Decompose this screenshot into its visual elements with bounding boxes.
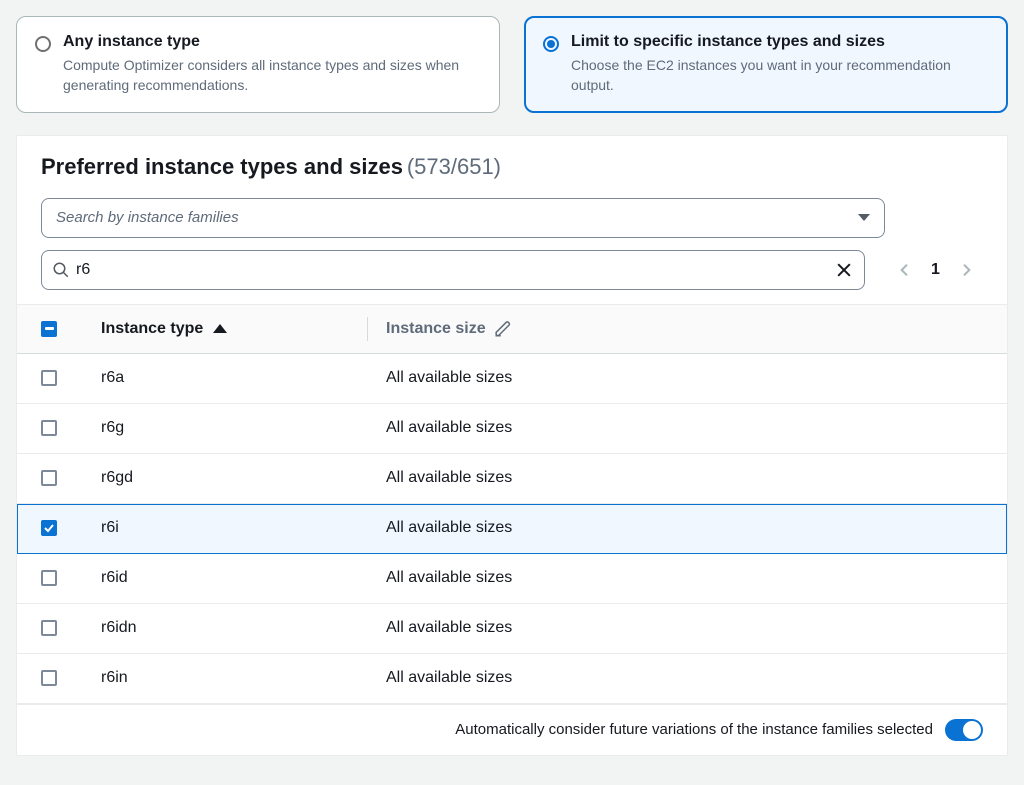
auto-future-toggle[interactable]: [945, 719, 983, 741]
radio-any[interactable]: [35, 36, 51, 52]
column-divider: [367, 317, 368, 341]
row-checkbox[interactable]: [41, 670, 57, 686]
panel-footer: Automatically consider future variations…: [17, 704, 1007, 755]
option-limit-instance[interactable]: Limit to specific instance types and siz…: [524, 16, 1008, 113]
instance-type-cell: r6g: [101, 419, 124, 437]
option-limit-desc: Choose the EC2 instances you want in you…: [571, 55, 989, 96]
select-all-checkbox[interactable]: [41, 321, 57, 337]
instance-size-cell: All available sizes: [386, 569, 512, 587]
table-header: Instance type Instance size: [17, 304, 1007, 354]
instance-size-cell: All available sizes: [386, 669, 512, 687]
preferred-instances-panel: Preferred instance types and sizes (573/…: [16, 135, 1008, 756]
col-instance-size[interactable]: Instance size: [386, 320, 486, 338]
col-instance-type[interactable]: Instance type: [101, 320, 203, 338]
option-limit-title: Limit to specific instance types and siz…: [571, 33, 989, 51]
instance-type-cell: r6idn: [101, 619, 137, 637]
table-row[interactable]: r6id All available sizes: [17, 554, 1007, 604]
option-any-desc: Compute Optimizer considers all instance…: [63, 55, 481, 96]
pagination: 1: [897, 260, 974, 280]
page-number: 1: [931, 261, 940, 279]
table-row[interactable]: r6g All available sizes: [17, 404, 1007, 454]
instance-type-cell: r6a: [101, 369, 124, 387]
table-row[interactable]: r6i All available sizes: [17, 504, 1007, 554]
instance-type-cell: r6in: [101, 669, 128, 687]
clear-search-button[interactable]: [834, 260, 854, 280]
table-row[interactable]: r6a All available sizes: [17, 354, 1007, 404]
panel-count: (573/651): [407, 154, 501, 179]
instance-table: Instance type Instance size r6a All avail…: [17, 304, 1007, 704]
row-checkbox[interactable]: [41, 470, 57, 486]
search-input[interactable]: [70, 261, 834, 279]
row-checkbox[interactable]: [41, 620, 57, 636]
search-box[interactable]: [41, 250, 865, 290]
row-checkbox[interactable]: [41, 370, 57, 386]
row-checkbox[interactable]: [41, 570, 57, 586]
table-row[interactable]: r6gd All available sizes: [17, 454, 1007, 504]
table-row[interactable]: r6in All available sizes: [17, 654, 1007, 704]
instance-size-cell: All available sizes: [386, 619, 512, 637]
instance-families-dropdown[interactable]: Search by instance families: [41, 198, 885, 238]
instance-size-cell: All available sizes: [386, 419, 512, 437]
row-checkbox[interactable]: [41, 420, 57, 436]
instance-type-cell: r6i: [101, 519, 119, 537]
chevron-down-icon: [858, 214, 870, 221]
option-any-instance[interactable]: Any instance type Compute Optimizer cons…: [16, 16, 500, 113]
instance-size-cell: All available sizes: [386, 519, 512, 537]
page-next[interactable]: [958, 260, 974, 280]
dropdown-placeholder: Search by instance families: [56, 209, 239, 226]
row-checkbox[interactable]: [41, 520, 57, 536]
page-prev[interactable]: [897, 260, 913, 280]
instance-size-cell: All available sizes: [386, 369, 512, 387]
search-icon: [52, 261, 70, 279]
auto-future-label: Automatically consider future variations…: [455, 721, 933, 738]
panel-title: Preferred instance types and sizes: [41, 154, 403, 179]
edit-icon[interactable]: [494, 320, 512, 338]
sort-asc-icon: [213, 324, 227, 333]
instance-size-cell: All available sizes: [386, 469, 512, 487]
instance-type-cell: r6gd: [101, 469, 133, 487]
instance-type-cell: r6id: [101, 569, 128, 587]
radio-limit[interactable]: [543, 36, 559, 52]
table-row[interactable]: r6idn All available sizes: [17, 604, 1007, 654]
option-any-title: Any instance type: [63, 33, 481, 51]
